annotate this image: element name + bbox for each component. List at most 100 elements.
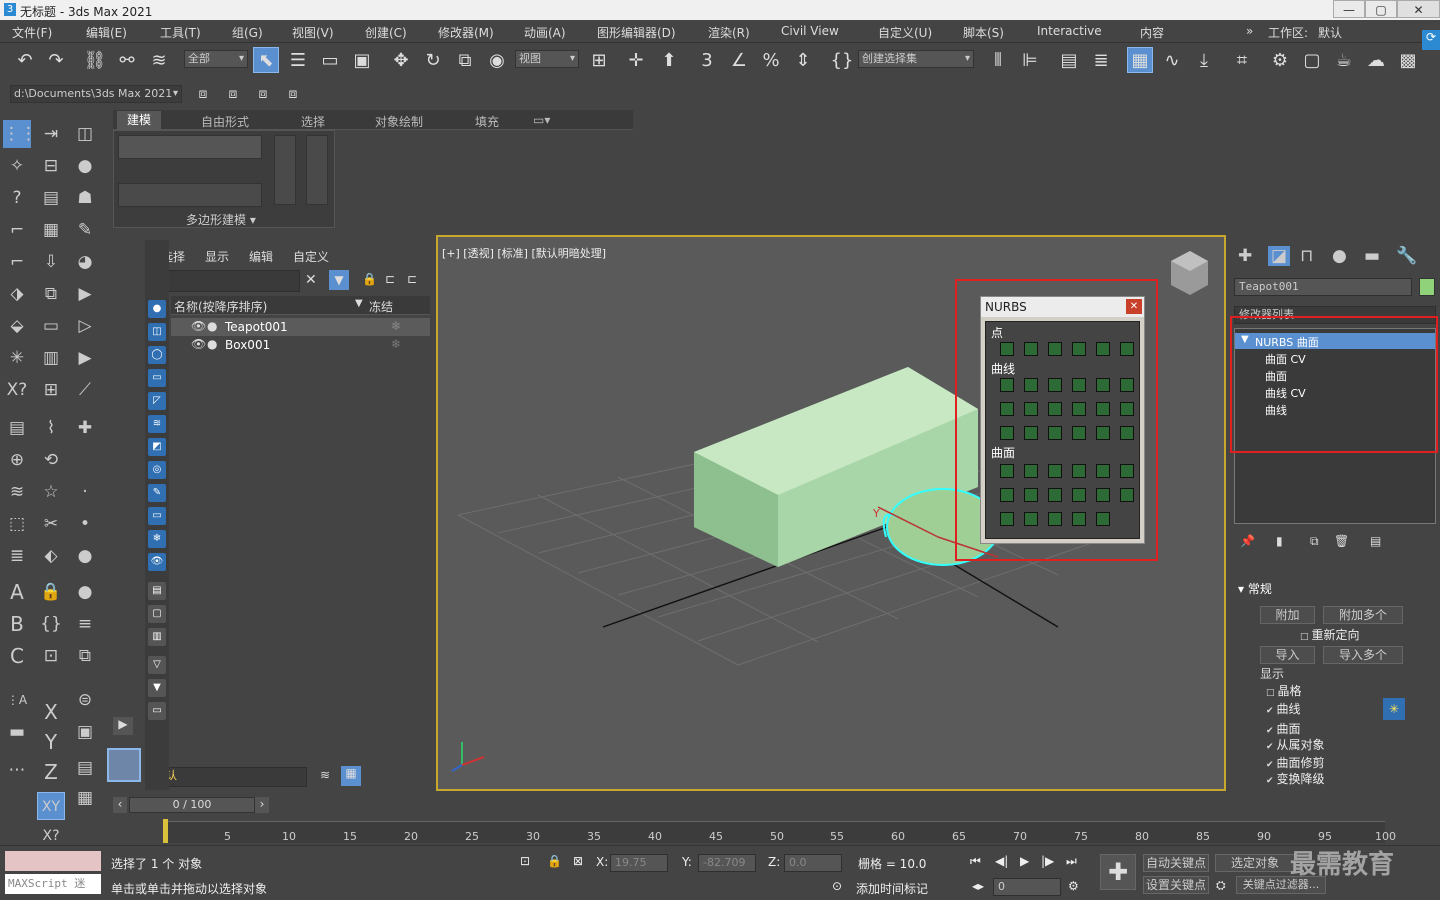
layer-manager-icon[interactable]: ≋ — [320, 768, 330, 782]
goto-start-icon[interactable]: ⏮ — [970, 854, 981, 869]
filter-bones-icon[interactable]: ✎ — [148, 484, 166, 502]
table-row[interactable]: 👁 ● Box001 ❄ — [171, 336, 430, 354]
scene-view-toggle-icon[interactable]: ▦ — [341, 766, 361, 786]
lasso-icon[interactable]: ✧ — [3, 152, 31, 180]
set-key-button[interactable]: 设置关键点 — [1143, 876, 1209, 894]
selection-lock-icon[interactable]: 🔒 — [547, 854, 562, 868]
isolate-icon[interactable]: ⊡ — [520, 854, 530, 868]
create-tab-icon[interactable]: ✚ — [1238, 246, 1252, 266]
shirt-icon[interactable]: ☗ — [71, 184, 99, 212]
reference-coord-dropdown[interactable]: 视图 — [515, 50, 579, 68]
object-name-field[interactable]: Teapot001 — [1234, 278, 1412, 296]
utilities-tab-icon[interactable]: 🔧 — [1396, 246, 1417, 266]
paint-bucket-icon[interactable]: ⬖ — [37, 542, 65, 570]
add-layer-icon[interactable]: ⊕ — [3, 446, 31, 474]
axis-y-icon[interactable]: Y — [37, 728, 65, 756]
paint-icon[interactable]: ⬗ — [3, 280, 31, 308]
play-icon[interactable]: ▷ — [71, 312, 99, 340]
visibility-eye-icon[interactable]: 👁 — [191, 337, 206, 351]
schematic-view-icon[interactable]: ⤓ — [1191, 48, 1217, 74]
axis-z-icon[interactable]: Z — [37, 758, 65, 786]
menu-interactive[interactable]: Interactive — [1037, 24, 1102, 38]
ruler-icon[interactable]: ▬ — [3, 718, 31, 746]
project-settings-icon[interactable]: ⧈ — [280, 81, 306, 107]
minimize-button[interactable]: — — [1333, 0, 1365, 18]
key-filter-icon[interactable]: ⛭ — [1216, 878, 1226, 893]
tab-populate[interactable]: 填充 — [475, 113, 499, 130]
camera-ortho-icon[interactable]: ⊡ — [37, 642, 65, 670]
filter-funnel-icon[interactable]: ▽ — [148, 656, 166, 674]
tool-strip[interactable] — [306, 135, 328, 205]
named-selection-icon[interactable]: {} — [829, 48, 855, 74]
render-dot-icon[interactable]: ● — [207, 319, 217, 333]
menu-file[interactable]: 文件(F) — [12, 24, 52, 41]
import-button[interactable]: 导入 — [1260, 646, 1315, 664]
goto-end-icon[interactable]: ⏭ — [1066, 854, 1077, 869]
angle-snap-icon[interactable]: ∠ — [726, 48, 752, 74]
filter-spacewarps-icon[interactable]: ≋ — [148, 415, 166, 433]
cylinder-icon[interactable]: ▦ — [37, 216, 65, 244]
text-c-icon[interactable]: C — [3, 642, 31, 670]
stacked-discs-icon[interactable]: ⊜ — [71, 686, 99, 714]
scale-icon[interactable]: ⧉ — [452, 48, 478, 74]
motion-tab-icon[interactable]: ● — [1332, 246, 1347, 266]
rect-selection-icon[interactable]: ▭ — [317, 48, 343, 74]
object-color-swatch[interactable] — [1419, 278, 1435, 296]
filter-helpers-icon[interactable]: ◸ — [148, 392, 166, 410]
menu-view[interactable]: 视图(V) — [292, 24, 334, 41]
scene-menu-customize[interactable]: 自定义 — [293, 248, 329, 265]
sync-icon[interactable]: ⟳ — [1422, 30, 1440, 50]
rollout-general-title[interactable]: ▾ 常规 — [1238, 580, 1272, 597]
project-new-icon[interactable]: ⧈ — [250, 81, 276, 107]
visibility-eye-icon[interactable]: 👁 — [191, 319, 206, 333]
curve-editor-icon[interactable]: ∿ — [1159, 48, 1185, 74]
show-end-result-icon[interactable]: ▮ — [1276, 534, 1283, 548]
filter-xrefs-icon[interactable]: ◎ — [148, 461, 166, 479]
scene-menu-display[interactable]: 显示 — [205, 248, 229, 265]
set-key-big-icon[interactable]: ✚ — [1100, 854, 1136, 890]
place-icon[interactable]: ◉ — [484, 48, 510, 74]
snap-toggle-icon[interactable]: 3 — [694, 48, 720, 74]
table-row[interactable]: 👁 ● Teapot001 ❄ — [171, 318, 430, 336]
window-crossing-icon[interactable]: ▣ — [349, 48, 375, 74]
filter-lights-icon[interactable]: ◯ — [148, 346, 166, 364]
close-button[interactable]: ✕ — [1397, 0, 1440, 18]
selection-filter-dropdown[interactable]: 全部 — [184, 50, 248, 68]
scene-search-input[interactable] — [150, 270, 300, 292]
sort-icon[interactable]: ▼ — [355, 298, 363, 309]
percent-snap-icon[interactable]: % — [758, 48, 784, 74]
make-unique-icon[interactable]: ⧉ — [1310, 534, 1319, 549]
import-icon[interactable]: ⇩ — [37, 248, 65, 276]
scene-explorer-icon[interactable]: ▤ — [1056, 48, 1082, 74]
edit-strip[interactable] — [274, 135, 296, 205]
z-coord-field[interactable]: 0.0 — [784, 854, 842, 872]
filter-geometry-icon[interactable]: ● — [148, 300, 166, 318]
hierarchy-tree-icon[interactable]: ⊏ — [385, 272, 395, 286]
layer-explorer-icon[interactable]: ≣ — [1088, 48, 1114, 74]
render-icon[interactable]: ☕ — [1331, 48, 1357, 74]
keyboard-shortcut-icon[interactable]: ⬆ — [656, 48, 682, 74]
shape-icon[interactable]: ● — [71, 152, 99, 180]
mirror-icon[interactable]: ⫴ — [985, 48, 1011, 74]
expand-chevron-icon[interactable]: » — [1246, 24, 1253, 38]
link-icon[interactable]: ⛓ — [82, 48, 108, 74]
time-cursor[interactable] — [163, 819, 168, 843]
filter-containers-icon[interactable]: ▭ — [148, 507, 166, 525]
menu-group[interactable]: 组(G) — [232, 24, 263, 41]
display-surfaces-checkbox[interactable]: 曲面 — [1266, 720, 1301, 737]
align-icon[interactable]: ⊫ — [1017, 48, 1043, 74]
material-editor-icon[interactable]: ⌗ — [1229, 48, 1255, 74]
attach-multiple-button[interactable]: 附加多个 — [1323, 606, 1403, 624]
display-dependents-checkbox[interactable]: 从属对象 — [1266, 736, 1325, 753]
scene-menu-edit[interactable]: 编辑 — [249, 248, 273, 265]
lock-icon[interactable]: 🔒 — [37, 578, 65, 606]
select-object-icon[interactable]: ⬉ — [253, 47, 279, 73]
bind-spacewarp-icon[interactable]: ≋ — [146, 48, 172, 74]
invert-display-icon[interactable]: ▥ — [148, 628, 166, 646]
maximize-button[interactable]: ▢ — [1365, 0, 1397, 18]
filter-frozen-icon[interactable]: ❄ — [148, 530, 166, 548]
axis-xy-icon[interactable]: XY — [37, 792, 65, 820]
absolute-mode-icon[interactable]: ⊠ — [573, 854, 583, 868]
display-lattice-checkbox[interactable]: 晶格 — [1266, 682, 1302, 699]
time-config-icon[interactable]: ⚙ — [1068, 879, 1079, 893]
